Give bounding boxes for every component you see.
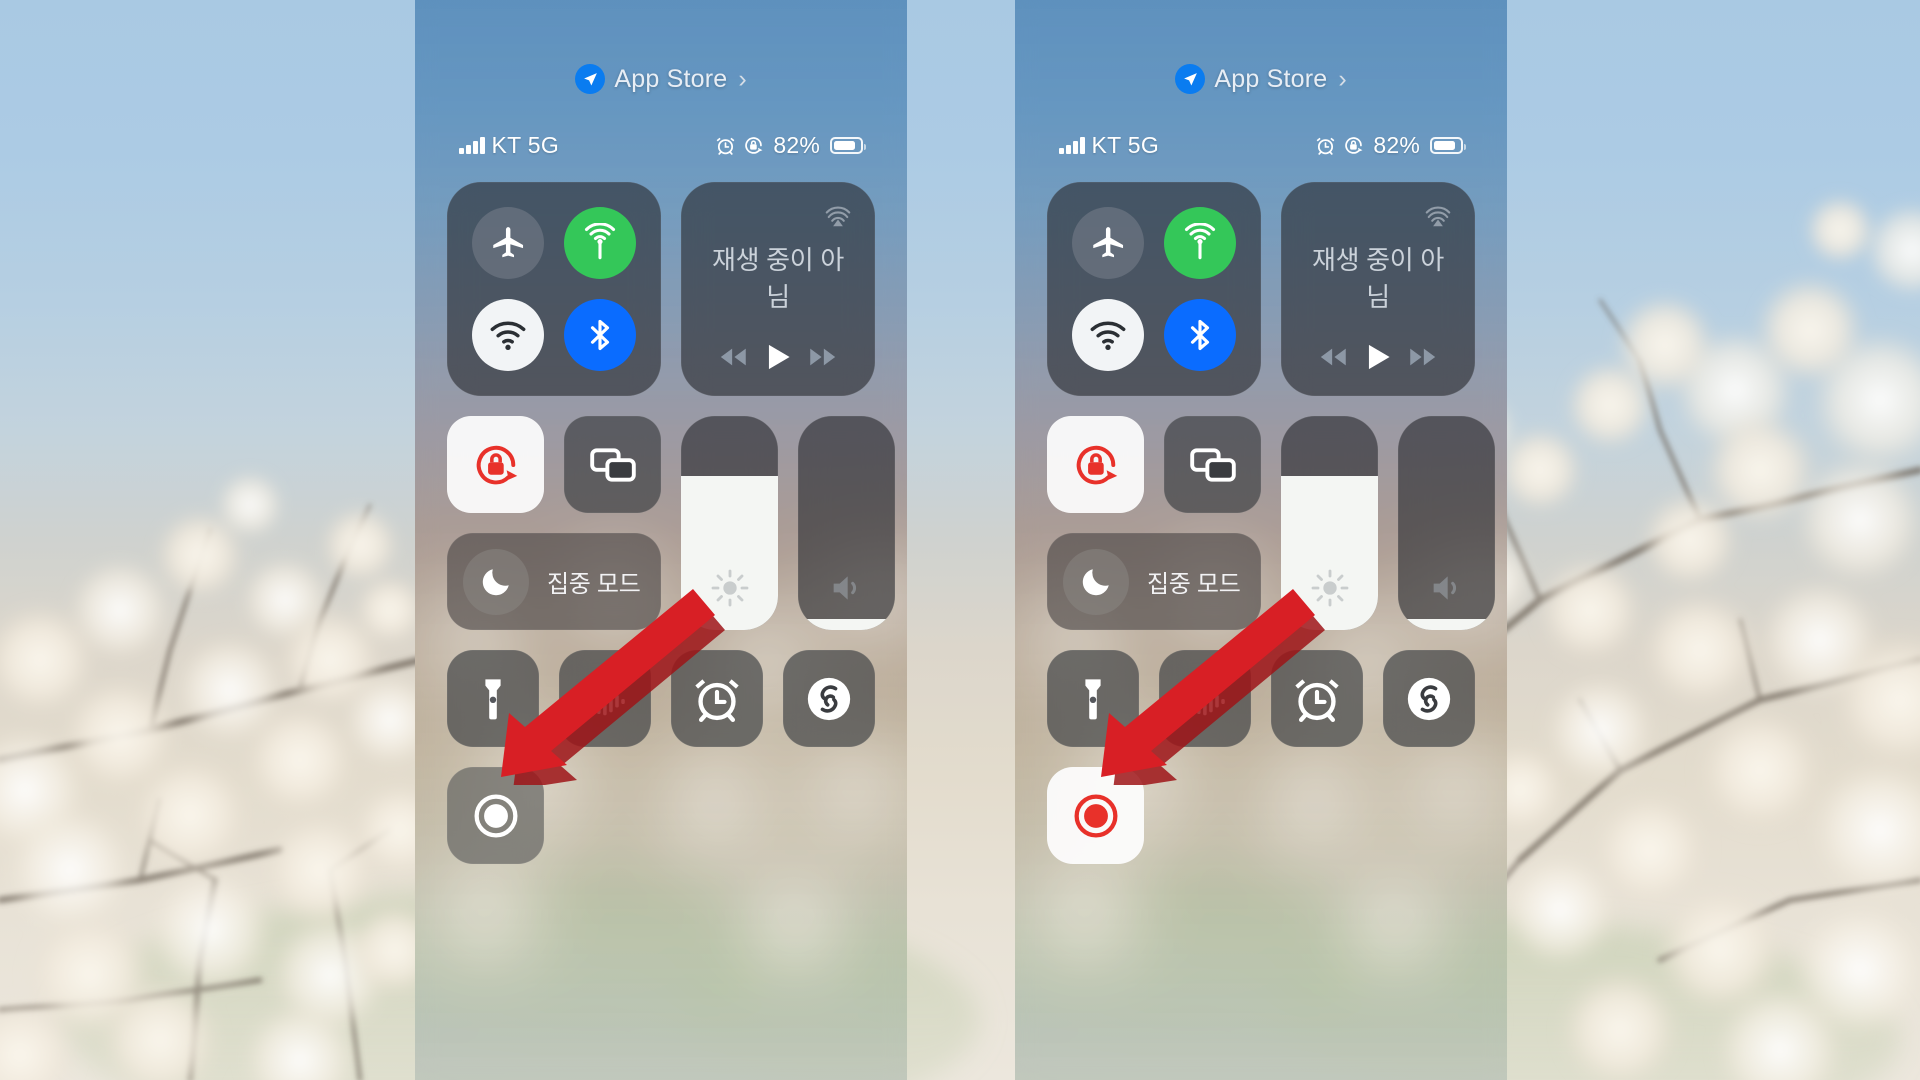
play-icon[interactable] <box>761 340 795 374</box>
chevron-right-icon: › <box>1338 64 1347 93</box>
speaker-icon <box>827 568 867 608</box>
focus-mode-tile[interactable]: 집중 모드 <box>447 533 661 630</box>
screen-mirroring-icon <box>1189 447 1236 482</box>
screen-mirroring-tile[interactable] <box>1164 416 1261 513</box>
voice-memos-tile[interactable] <box>1159 650 1251 747</box>
now-playing-module[interactable]: 재생 중이 아님 <box>1281 182 1475 396</box>
focus-mode-tile[interactable]: 집중 모드 <box>1047 533 1261 630</box>
speaker-icon <box>1427 568 1467 608</box>
now-playing-title: 재생 중이 아님 <box>712 245 844 312</box>
alarm-clock-icon <box>1315 135 1336 156</box>
location-arrow-icon <box>1175 64 1206 94</box>
battery-fill <box>1434 141 1455 150</box>
battery-icon <box>1430 137 1466 154</box>
screen-mirroring-icon <box>589 447 636 482</box>
airplane-mode-toggle[interactable] <box>1072 207 1144 279</box>
airplay-audio-icon[interactable] <box>1423 200 1453 230</box>
battery-icon <box>830 137 866 154</box>
screen-record-tile[interactable] <box>1047 767 1144 864</box>
moon-icon <box>1063 548 1129 615</box>
cellular-bars-icon <box>1059 137 1085 154</box>
shazam-tile[interactable] <box>783 650 875 747</box>
battery-fill <box>834 141 855 150</box>
rewind-icon[interactable] <box>716 340 750 374</box>
connectivity-module[interactable] <box>1047 182 1261 396</box>
status-bar: KT 5G 82% <box>459 132 866 159</box>
flashlight-tile[interactable] <box>447 650 539 747</box>
fast-forward-icon[interactable] <box>806 340 840 374</box>
rotation-lock-icon <box>743 135 764 156</box>
focus-mode-label: 집중 모드 <box>547 571 641 598</box>
shazam-tile[interactable] <box>1383 650 1475 747</box>
shazam-icon <box>1407 677 1451 720</box>
alarm-clock-icon <box>1295 678 1339 722</box>
record-icon <box>474 794 517 837</box>
rotation-lock-tile[interactable] <box>1047 416 1144 513</box>
flashlight-icon <box>1085 678 1101 719</box>
brightness-slider[interactable] <box>681 416 778 630</box>
shazam-icon <box>807 677 851 720</box>
focus-mode-label: 집중 모드 <box>1147 571 1241 598</box>
control-center: 재생 중이 아님 집중 모드 <box>1047 182 1495 864</box>
now-playing-module[interactable]: 재생 중이 아님 <box>681 182 875 396</box>
sound-wave-icon <box>585 682 625 715</box>
panel-after-tap[interactable]: App Store › KT 5G 82% 재생 중이 아님 집중 모드 <box>1015 0 1507 1080</box>
carrier-label: KT 5G <box>491 132 560 158</box>
volume-slider[interactable] <box>1398 416 1495 630</box>
status-bar: KT 5G 82% <box>1059 132 1466 159</box>
alarm-clock-icon <box>695 678 739 722</box>
app-return-label: App Store <box>1214 64 1328 93</box>
chevron-right-icon: › <box>738 64 747 93</box>
volume-fill <box>1398 619 1495 630</box>
moon-icon <box>463 548 529 615</box>
screen-mirroring-tile[interactable] <box>564 416 661 513</box>
bluetooth-toggle[interactable] <box>1164 299 1236 371</box>
cellular-bars-icon <box>459 137 485 154</box>
connectivity-module[interactable] <box>447 182 661 396</box>
now-playing-title: 재생 중이 아님 <box>1312 245 1444 312</box>
battery-percent-label: 82% <box>773 132 820 158</box>
carrier-label: KT 5G <box>1091 132 1160 158</box>
timer-tile[interactable] <box>671 650 763 747</box>
app-return-pill[interactable]: App Store › <box>1015 64 1507 94</box>
airplay-audio-icon[interactable] <box>823 200 853 230</box>
wifi-toggle[interactable] <box>1072 299 1144 371</box>
app-return-label: App Store <box>614 64 728 93</box>
rewind-icon[interactable] <box>1316 340 1350 374</box>
cellular-data-toggle[interactable] <box>1164 207 1236 279</box>
cherry-blossom-photo <box>0 194 1920 1080</box>
play-icon[interactable] <box>1361 340 1395 374</box>
flashlight-tile[interactable] <box>1047 650 1139 747</box>
rotation-lock-icon <box>1076 445 1117 484</box>
panel-before-tap[interactable]: App Store › KT 5G 82% 재생 중이 아님 집중 모드 <box>415 0 907 1080</box>
brightness-sun-icon <box>1310 568 1350 608</box>
volume-slider[interactable] <box>798 416 895 630</box>
brightness-sun-icon <box>710 568 750 608</box>
airplane-mode-toggle[interactable] <box>472 207 544 279</box>
sound-wave-icon <box>1185 682 1225 715</box>
record-icon <box>1074 794 1117 837</box>
cellular-data-toggle[interactable] <box>564 207 636 279</box>
wallpaper-background <box>0 0 1920 1080</box>
rotation-lock-icon <box>476 445 517 484</box>
control-center: 재생 중이 아님 집중 모드 <box>447 182 895 864</box>
voice-memos-tile[interactable] <box>559 650 651 747</box>
rotation-lock-tile[interactable] <box>447 416 544 513</box>
timer-tile[interactable] <box>1271 650 1363 747</box>
app-return-pill[interactable]: App Store › <box>415 64 907 94</box>
wifi-toggle[interactable] <box>472 299 544 371</box>
volume-fill <box>798 619 895 630</box>
flashlight-icon <box>485 678 501 719</box>
rotation-lock-icon <box>1343 135 1364 156</box>
fast-forward-icon[interactable] <box>1406 340 1440 374</box>
screen-record-tile[interactable] <box>447 767 544 864</box>
alarm-clock-icon <box>715 135 736 156</box>
bluetooth-toggle[interactable] <box>564 299 636 371</box>
battery-percent-label: 82% <box>1373 132 1420 158</box>
brightness-slider[interactable] <box>1281 416 1378 630</box>
location-arrow-icon <box>575 64 606 94</box>
